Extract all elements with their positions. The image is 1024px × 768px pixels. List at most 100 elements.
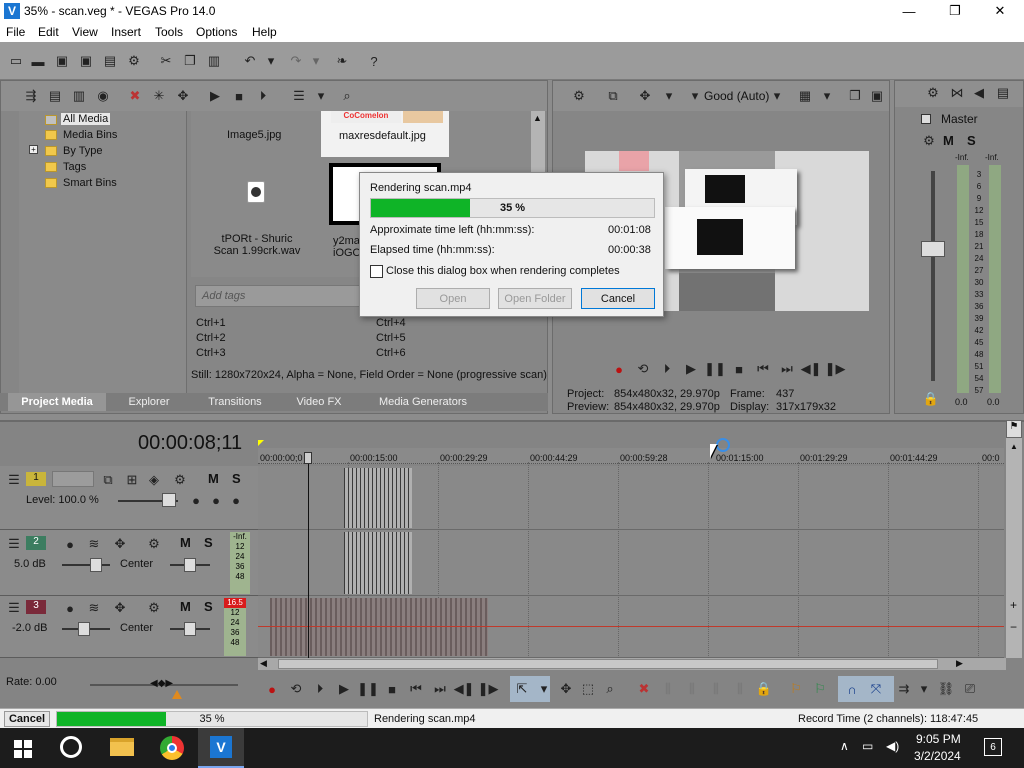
redo-icon[interactable]: ↷ bbox=[288, 53, 304, 69]
media-item-tport-wav[interactable]: tPORt - Shuric Scan 1.99crk.wav bbox=[209, 233, 305, 257]
minimize-button[interactable]: — bbox=[886, 0, 932, 22]
external-monitor-icon[interactable]: ⧉ bbox=[605, 88, 621, 104]
ripple-edit-icon[interactable]: ⇉ bbox=[896, 681, 912, 697]
pan-slider-handle[interactable] bbox=[184, 558, 196, 572]
trim-end-icon[interactable]: ⫼ bbox=[708, 681, 724, 697]
views-dropdown-icon[interactable]: ▾ bbox=[313, 88, 329, 104]
tree-smart-bins[interactable]: Smart Bins bbox=[63, 177, 117, 189]
overlays-grid-icon[interactable]: ▦ bbox=[797, 88, 813, 104]
play-from-start-icon[interactable]: ⏵ bbox=[659, 361, 675, 377]
mute-button[interactable]: M bbox=[208, 471, 219, 486]
scroll-up-icon[interactable]: ▲ bbox=[533, 113, 542, 123]
master-fader-handle[interactable] bbox=[921, 241, 945, 257]
volume-slider-handle[interactable] bbox=[90, 558, 102, 572]
go-to-start-icon[interactable]: ⏮ bbox=[408, 681, 424, 697]
notifications-icon[interactable]: 6 bbox=[984, 738, 1002, 756]
redo-dropdown-icon[interactable]: ▾ bbox=[308, 53, 324, 69]
open-folder-button[interactable]: Open Folder bbox=[498, 288, 572, 309]
show-hidden-icons[interactable]: ∧ bbox=[840, 739, 849, 753]
cut-icon[interactable]: ✂ bbox=[158, 53, 174, 69]
save-as-icon[interactable]: ▣ bbox=[78, 53, 94, 69]
tag-shortcut[interactable]: Ctrl+2 bbox=[196, 332, 226, 344]
normal-edit-tool-icon[interactable]: ⇱ bbox=[514, 681, 530, 697]
track-minimize-icon[interactable]: ☰ bbox=[6, 600, 22, 616]
master-mute-button[interactable]: M bbox=[943, 133, 954, 148]
media-fx-icon[interactable]: ✳ bbox=[151, 88, 167, 104]
quality-arrow-icon[interactable]: ▾ bbox=[769, 88, 785, 104]
open-folder-icon[interactable]: ▬ bbox=[30, 53, 46, 69]
capture-icon[interactable]: ▤ bbox=[47, 88, 63, 104]
arm-record-icon[interactable]: ● bbox=[62, 600, 78, 616]
edit-tool-dropdown-icon[interactable]: ▾ bbox=[536, 681, 552, 697]
tab-explorer[interactable]: Explorer bbox=[112, 393, 186, 411]
insert-region-icon[interactable]: ⚐ bbox=[812, 681, 828, 697]
parent-composite-icon[interactable]: ⊞ bbox=[124, 472, 140, 488]
loop-playback-icon[interactable]: ⟲ bbox=[635, 361, 651, 377]
record-icon[interactable]: ● bbox=[611, 361, 627, 377]
next-frame-icon[interactable]: ❚▶ bbox=[478, 681, 499, 697]
compositing-icon[interactable]: ● bbox=[188, 492, 204, 508]
media-item-image5[interactable]: Image5.jpg bbox=[227, 129, 281, 141]
search-icon[interactable] bbox=[60, 736, 82, 758]
views-icon[interactable]: ☰ bbox=[291, 88, 307, 104]
audio-event-clip-3[interactable] bbox=[270, 598, 488, 656]
solo-button[interactable]: S bbox=[204, 535, 213, 550]
split-dropdown-icon[interactable]: ▾ bbox=[661, 88, 677, 104]
loop-playback-icon[interactable]: ⟲ bbox=[288, 681, 304, 697]
overlays-dropdown-icon[interactable]: ▾ bbox=[819, 88, 835, 104]
properties-gear-icon[interactable]: ⚙ bbox=[126, 53, 142, 69]
timeline-vertical-scrollbar[interactable]: ▲ + − bbox=[1006, 438, 1022, 658]
audio-event-clip[interactable] bbox=[344, 532, 412, 594]
menu-view[interactable]: View bbox=[72, 25, 98, 39]
play-icon[interactable]: ▶ bbox=[683, 361, 699, 377]
scroll-up-icon[interactable]: ▲ bbox=[1010, 442, 1018, 451]
child-track-icon[interactable]: ● bbox=[228, 492, 244, 508]
mask-icon[interactable]: ● bbox=[208, 492, 224, 508]
auto-ripple-icon[interactable]: ❧ bbox=[334, 53, 350, 69]
tree-by-type[interactable]: By Type bbox=[63, 145, 103, 157]
tab-project-media[interactable]: Project Media bbox=[8, 393, 106, 411]
save-icon[interactable]: ▣ bbox=[54, 53, 70, 69]
maximize-button[interactable]: ❐ bbox=[932, 0, 978, 22]
track-minimize-icon[interactable]: ☰ bbox=[6, 536, 22, 552]
menu-edit[interactable]: Edit bbox=[38, 25, 59, 39]
track-fx-icon[interactable]: ✥ bbox=[112, 536, 128, 552]
zoom-tool-icon[interactable]: ⌕ bbox=[602, 681, 618, 697]
selection-tool-icon[interactable]: ⬚ bbox=[580, 681, 596, 697]
menu-help[interactable]: Help bbox=[252, 25, 277, 39]
marker-flag-icon[interactable]: ⚑ bbox=[1006, 420, 1022, 438]
go-to-end-icon[interactable]: ⏭ bbox=[779, 361, 795, 377]
dialog-cancel-button[interactable]: Cancel bbox=[581, 288, 655, 309]
snapping-magnet-icon[interactable]: ∩ bbox=[844, 681, 860, 697]
previous-frame-icon[interactable]: ◀❚ bbox=[454, 681, 475, 697]
playhead-cursor[interactable] bbox=[308, 452, 309, 658]
record-icon[interactable]: ● bbox=[264, 681, 280, 697]
stop-icon[interactable]: ■ bbox=[731, 361, 747, 377]
ripple-dropdown-icon[interactable]: ▾ bbox=[916, 681, 932, 697]
tab-video-fx[interactable]: Video FX bbox=[284, 393, 354, 411]
preview-properties-icon[interactable]: ⚙ bbox=[571, 88, 587, 104]
delete-icon[interactable]: ✖ bbox=[636, 681, 652, 697]
video-event-clip[interactable] bbox=[344, 468, 412, 528]
search-icon[interactable]: ⌕ bbox=[339, 88, 355, 104]
auto-crossfade-icon[interactable]: ⤧ bbox=[868, 681, 884, 697]
go-to-end-icon[interactable]: ⏭ bbox=[432, 681, 448, 697]
undo-dropdown-icon[interactable]: ▾ bbox=[263, 53, 279, 69]
quality-dropdown-icon[interactable]: ▾ bbox=[687, 88, 703, 104]
close-when-done-checkbox[interactable] bbox=[370, 265, 383, 278]
next-frame-icon[interactable]: ❚▶ bbox=[825, 361, 846, 377]
timecode-display[interactable]: 00:00:08;11 bbox=[138, 432, 242, 455]
menu-tools[interactable]: Tools bbox=[155, 25, 183, 39]
lock-ignore-grouping-icon[interactable]: ⛓ bbox=[938, 681, 955, 697]
split-icon[interactable]: ⫼ bbox=[732, 681, 748, 697]
insert-marker-icon[interactable]: ⚐ bbox=[788, 681, 804, 697]
close-button[interactable]: ✕ bbox=[977, 0, 1023, 22]
arm-record-icon[interactable]: ● bbox=[62, 536, 78, 552]
preview-quality[interactable]: Good (Auto) bbox=[704, 89, 769, 103]
globe-icon[interactable]: ◉ bbox=[95, 88, 111, 104]
play-preview-icon[interactable]: ▶ bbox=[207, 88, 223, 104]
tree-tags[interactable]: Tags bbox=[63, 161, 86, 173]
tag-shortcut[interactable]: Ctrl+1 bbox=[196, 317, 226, 329]
track-minimize-icon[interactable]: ☰ bbox=[6, 472, 22, 488]
tab-transitions[interactable]: Transitions bbox=[192, 393, 278, 411]
